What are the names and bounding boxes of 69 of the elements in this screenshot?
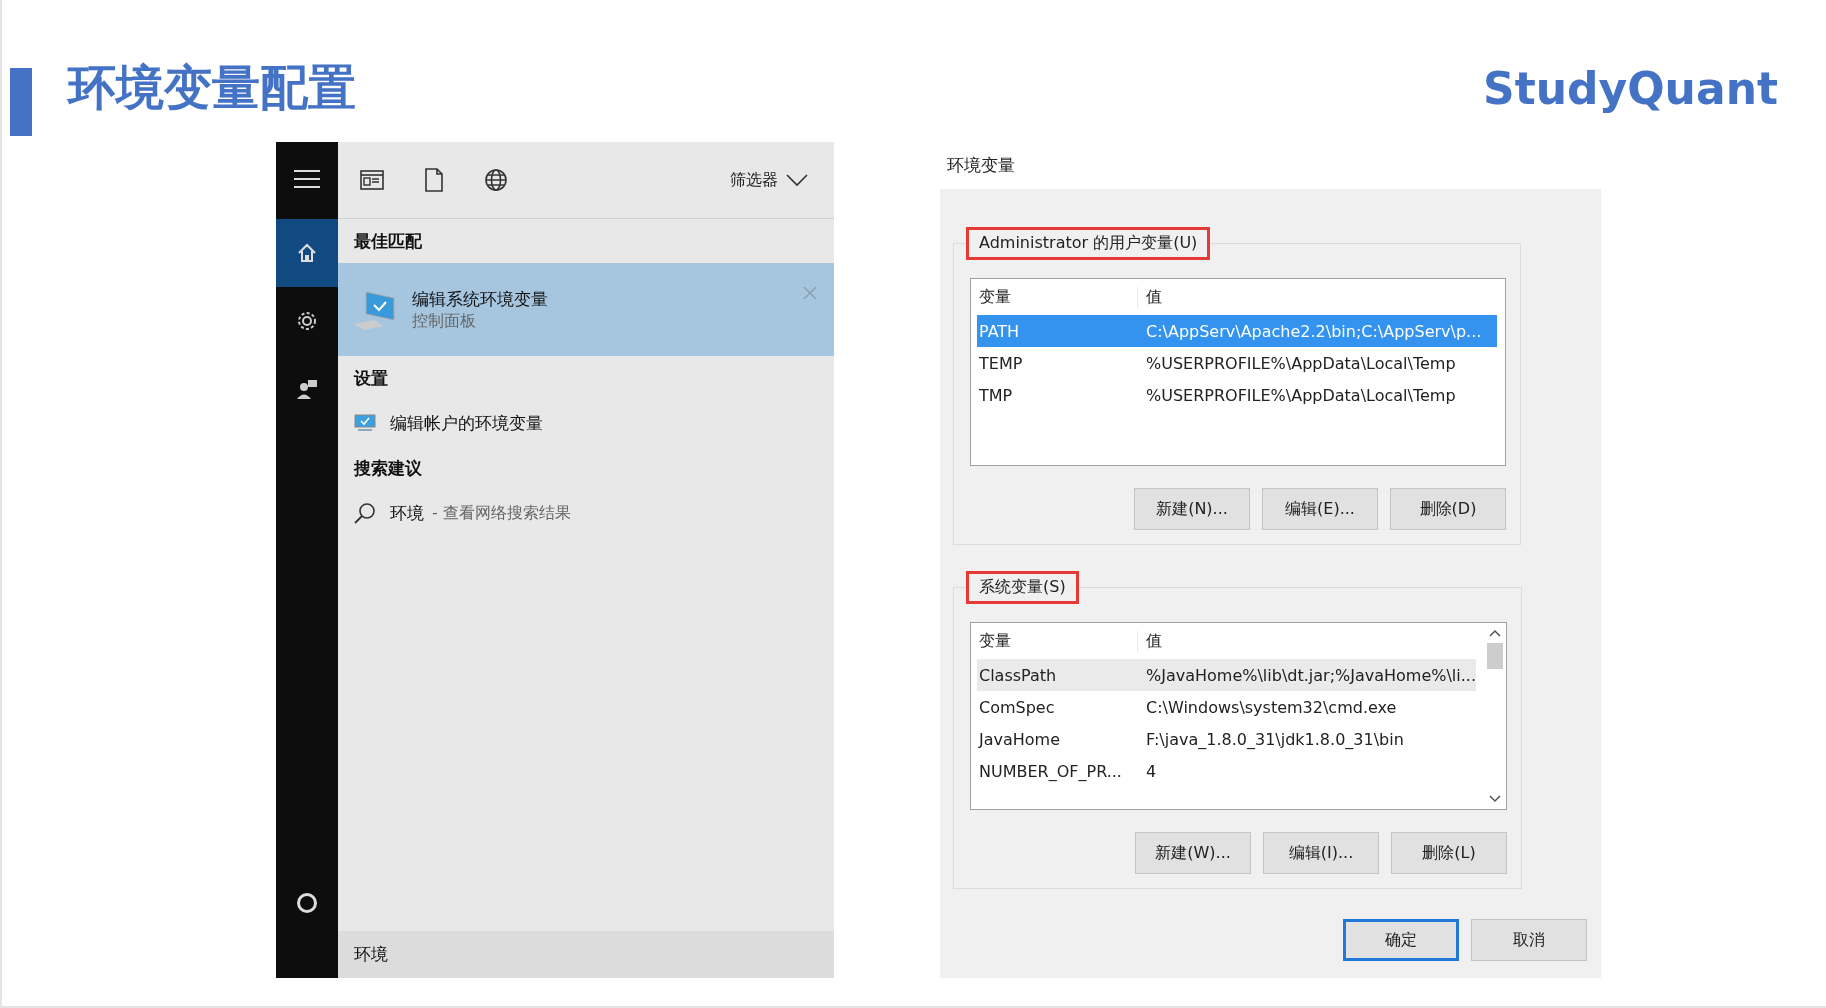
section-heading: 设置: [352, 366, 389, 390]
globe-icon[interactable]: [484, 168, 508, 192]
dialog-button[interactable]: 编辑(E)...: [1262, 488, 1378, 530]
variable-name: NUMBER_OF_PR...: [978, 761, 1123, 781]
variable-list[interactable]: 变量 值 ClassPath %JavaHome%\lib\dt.jar;%JavaHome%\li... ComSpec C:\Windows\system32\cmd.exe JavaHome F:\java_1.8.0_31\jdk1.8.0_31\bin NUMBER_OF_PR... 4: [970, 622, 1507, 810]
column-header[interactable]: 变量: [977, 630, 1137, 652]
variable-row[interactable]: TMP %USERPROFILE%\AppData\Local\Temp: [977, 379, 1497, 411]
slide-title: 环境变量配置: [68, 58, 357, 117]
result-subtitle: 控制面板: [412, 310, 477, 332]
result-item[interactable]: 编辑帐户的环境变量: [338, 400, 834, 446]
variable-value: C:\Windows\system32\cmd.exe: [1145, 697, 1398, 717]
scroll-thumb[interactable]: [1487, 643, 1503, 669]
person-icon[interactable]: [296, 378, 318, 400]
column-header[interactable]: 变量: [977, 286, 1137, 308]
cancel-button[interactable]: 取消: [1471, 919, 1587, 961]
filter-dropdown[interactable]: 筛选器: [726, 165, 812, 195]
variable-value: C:\AppServ\Apache2.2\bin;C:\AppServ\p...: [1145, 321, 1483, 341]
variable-name: ComSpec: [978, 697, 1056, 717]
group-label: 系统变量(S): [966, 571, 1079, 604]
circle-icon[interactable]: [296, 892, 318, 914]
home-icon[interactable]: [296, 242, 318, 264]
app-window-icon[interactable]: [360, 170, 384, 190]
variable-name: JavaHome: [977, 729, 1062, 749]
variable-list[interactable]: 变量 值 PATH C:\AppServ\Apache2.2\bin;C:\AppServ\p... TEMP %USERPROFILE%\AppData\Local\Temp TMP %USERPROFILE%\AppData\Local\Temp: [970, 278, 1506, 466]
variable-value: %USERPROFILE%\AppData\Local\Temp: [1145, 353, 1457, 373]
document-icon[interactable]: [424, 168, 444, 192]
variable-value: 4: [1145, 761, 1158, 781]
dialog-title: 环境变量: [946, 154, 1016, 177]
sidebar-tab[interactable]: [276, 219, 338, 287]
title-bar-accent: [10, 68, 32, 136]
dialog-button[interactable]: 删除(L): [1391, 832, 1507, 874]
variable-value: F:\java_1.8.0_31\jdk1.8.0_31\bin: [1145, 729, 1405, 749]
chevron-down-icon[interactable]: [1489, 795, 1501, 803]
variable-row[interactable]: ClassPath %JavaHome%\lib\dt.jar;%JavaHome%\li...: [977, 659, 1476, 691]
result-title: 环境: [390, 501, 424, 525]
result-item[interactable]: 编辑系统环境变量 控制面板: [338, 263, 834, 356]
variable-row[interactable]: ComSpec C:\Windows\system32\cmd.exe: [977, 691, 1476, 723]
section-heading: 搜索建议: [352, 456, 423, 480]
column-header[interactable]: 值: [1137, 286, 1497, 308]
dialog-button[interactable]: 新建(W)...: [1135, 832, 1251, 874]
dialog-button[interactable]: 编辑(I)...: [1263, 832, 1379, 874]
variable-value: %JavaHome%\lib\dt.jar;%JavaHome%\li...: [1145, 665, 1476, 685]
variable-name: ClassPath: [978, 665, 1058, 685]
search-field[interactable]: 环境: [338, 931, 834, 978]
settings-icon[interactable]: [296, 310, 318, 332]
dialog-button[interactable]: 删除(D): [1390, 488, 1506, 530]
result-title: 编辑系统环境变量: [412, 287, 548, 311]
computer-icon: [354, 289, 398, 330]
search-icon: [354, 502, 376, 524]
variable-row[interactable]: JavaHome F:\java_1.8.0_31\jdk1.8.0_31\bin: [977, 723, 1476, 755]
brand-name: StudyQuant: [1483, 62, 1778, 114]
variable-row[interactable]: NUMBER_OF_PR... 4: [977, 755, 1476, 787]
column-header[interactable]: 值: [1137, 630, 1476, 652]
variable-name: TEMP: [978, 353, 1024, 373]
group-label: Administrator 的用户变量(U): [966, 227, 1211, 260]
chevron-up-icon[interactable]: [1489, 629, 1501, 637]
variable-value: %USERPROFILE%\AppData\Local\Temp: [1145, 385, 1457, 405]
ok-button[interactable]: 确定: [1343, 919, 1459, 961]
variable-name: TMP: [978, 385, 1014, 405]
variable-name: PATH: [978, 321, 1021, 341]
chevron-down-icon: [786, 173, 808, 187]
dialog-button[interactable]: 新建(N)...: [1134, 488, 1250, 530]
result-subtitle: - 查看网络搜索结果: [432, 502, 571, 524]
section-heading: 最佳匹配: [353, 229, 423, 253]
variable-row[interactable]: TEMP %USERPROFILE%\AppData\Local\Temp: [977, 347, 1497, 379]
result-title: 编辑帐户的环境变量: [390, 411, 543, 435]
monitor-icon: [354, 414, 376, 432]
result-item[interactable]: 环境 - 查看网络搜索结果: [338, 490, 834, 536]
menu-icon[interactable]: [293, 169, 321, 189]
